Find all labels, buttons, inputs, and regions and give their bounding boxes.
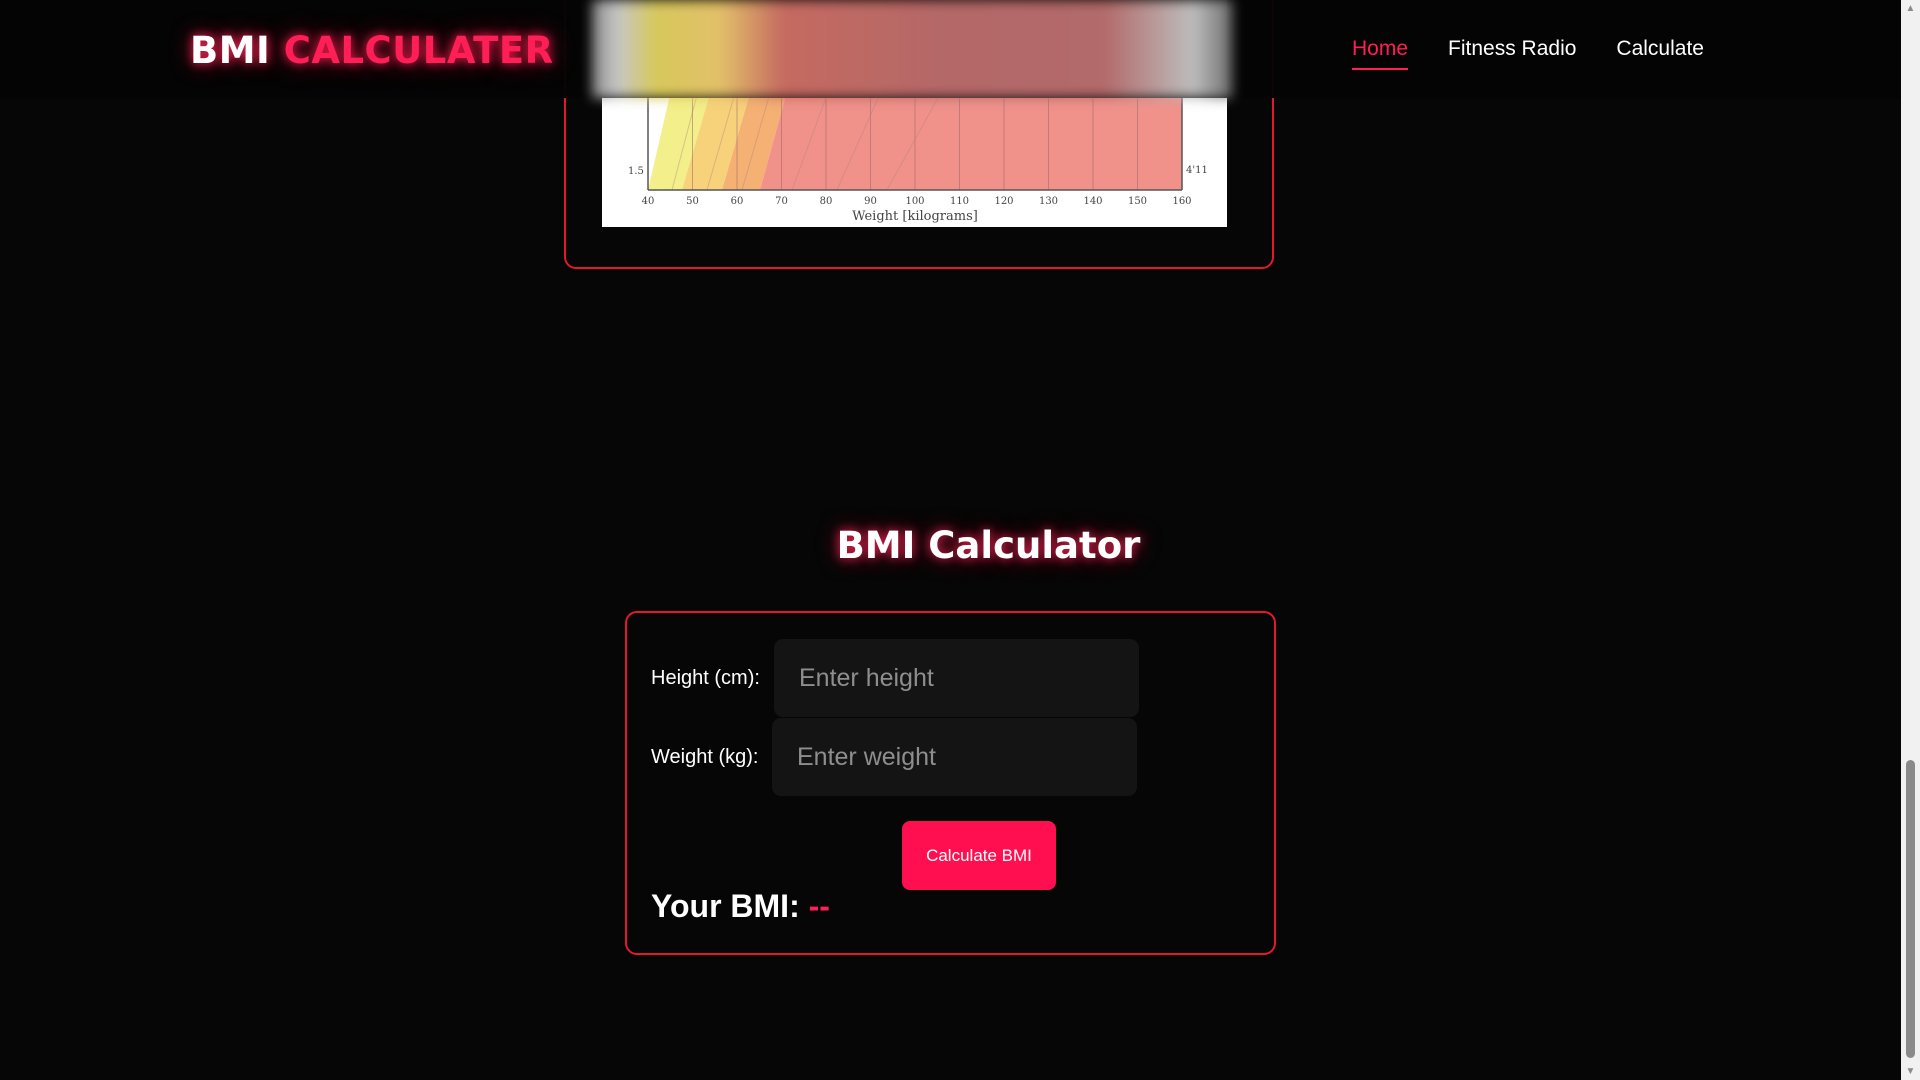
chart-right-axis-label: 4'11 bbox=[1186, 165, 1208, 176]
chart-x-tick-label: 110 bbox=[950, 196, 969, 207]
bmi-section-title: BMI Calculator bbox=[836, 524, 1141, 567]
chart-x-tick-label: 80 bbox=[820, 196, 833, 207]
top-navbar: BMI CALCULATER Home Fitness Radio Calcul… bbox=[0, 0, 1901, 98]
chart-x-tick-label: 60 bbox=[731, 196, 744, 207]
main-nav: Home Fitness Radio Calculate bbox=[1352, 36, 1704, 70]
header-image-overlap bbox=[592, 0, 1232, 98]
height-input[interactable] bbox=[774, 639, 1139, 717]
nav-calculate-link[interactable]: Calculate bbox=[1616, 36, 1704, 70]
site-logo[interactable]: BMI CALCULATER bbox=[190, 28, 554, 74]
chart-x-tick-label: 120 bbox=[994, 196, 1013, 207]
logo-text-bmi: BMI bbox=[190, 29, 271, 72]
bmi-result-label: Your BMI: bbox=[651, 888, 800, 924]
page-scrollbar[interactable]: ▲ ▼ bbox=[1901, 0, 1920, 1080]
weight-input[interactable] bbox=[772, 718, 1137, 796]
scrollbar-thumb[interactable] bbox=[1906, 760, 1915, 1058]
chart-x-tick-label: 70 bbox=[775, 196, 788, 207]
calculate-bmi-button[interactable]: Calculate BMI bbox=[902, 821, 1056, 890]
weight-label: Weight (kg): bbox=[651, 746, 759, 768]
chart-x-tick-label: 50 bbox=[686, 196, 699, 207]
nav-fitness-radio-link[interactable]: Fitness Radio bbox=[1448, 36, 1576, 70]
scroll-down-arrow-icon[interactable]: ▼ bbox=[1901, 1063, 1920, 1080]
nav-home-link[interactable]: Home bbox=[1352, 36, 1409, 70]
bmi-result: Your BMI: -- bbox=[651, 888, 830, 925]
chart-x-axis-label: Weight [kilograms] bbox=[852, 209, 978, 224]
chart-x-tick-label: 150 bbox=[1128, 196, 1147, 207]
chart-x-tick-label: 140 bbox=[1083, 196, 1102, 207]
chart-left-axis-label: 1.5 bbox=[628, 166, 644, 177]
chart-x-tick-label: 100 bbox=[905, 196, 924, 207]
height-label: Height (cm): bbox=[651, 667, 760, 689]
chart-x-tick-label: 90 bbox=[864, 196, 877, 207]
chart-x-tick-label: 40 bbox=[642, 196, 655, 207]
logo-text-calculater: CALCULATER bbox=[283, 29, 554, 72]
chart-x-tick-label: 160 bbox=[1172, 196, 1191, 207]
bmi-result-value: -- bbox=[808, 888, 830, 924]
chart-x-tick-label: 130 bbox=[1039, 196, 1058, 207]
scroll-up-arrow-icon[interactable]: ▲ bbox=[1901, 0, 1920, 17]
